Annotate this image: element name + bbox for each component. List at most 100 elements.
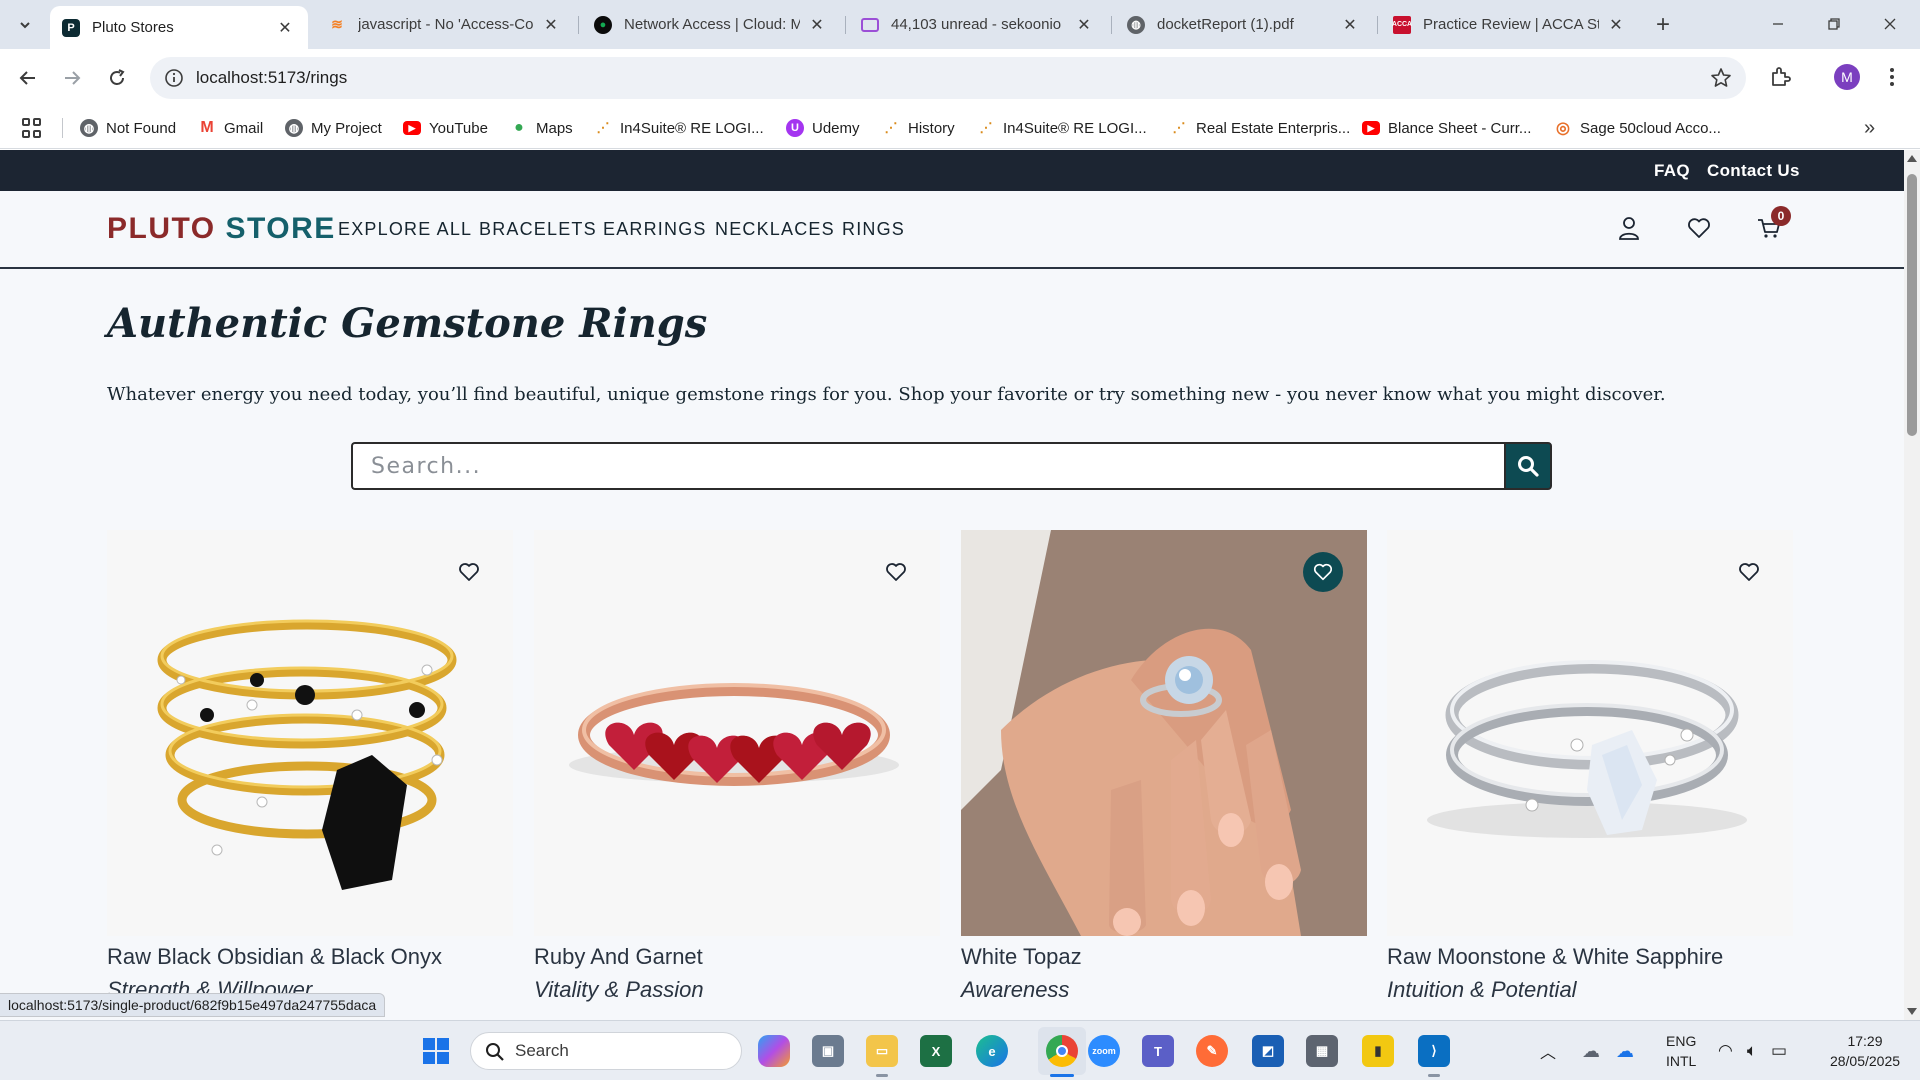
vscode-taskbar-icon[interactable]: ⟩ [1418,1035,1450,1067]
chrome-taskbar-icon[interactable] [1046,1035,1078,1067]
start-button[interactable] [420,1035,452,1067]
bookmark-gmail[interactable]: M Gmail [198,116,263,140]
tab-network-access[interactable]: ● Network Access | Cloud: M ✕ [582,6,840,43]
onedrive-icon[interactable]: ☁ [1582,1041,1600,1062]
product-image[interactable] [1387,530,1793,936]
excel-taskbar-icon[interactable]: X [920,1035,952,1067]
user-account-icon[interactable] [1615,214,1643,242]
tab-search-button[interactable] [10,10,40,40]
product-image[interactable] [107,530,513,936]
wishlist-toggle[interactable] [876,552,916,592]
new-tab-button[interactable]: + [1648,10,1678,40]
copilot-taskbar-icon[interactable] [758,1035,790,1067]
product-card[interactable]: Raw Black Obsidian & Black Onyx Strength… [107,530,513,1020]
calculator-taskbar-icon[interactable]: ▦ [1306,1035,1338,1067]
nav-earrings[interactable]: EARRINGS [603,219,707,240]
close-window-button[interactable] [1872,8,1908,40]
ring-photo-topaz [961,530,1367,936]
windows-taskbar: Search ▣ ▭ X e zoom T ✎ ◩ ▦ ▮ ⟩ ︿ ☁ ☁ EN… [0,1020,1920,1080]
site-info-icon[interactable] [164,68,184,88]
nav-explore-all[interactable]: EXPLORE ALL [338,219,472,240]
wishlist-toggle-active[interactable] [1303,552,1343,592]
bookmark-history[interactable]: ⋰ History [882,116,955,140]
bookmark-label: My Project [311,119,382,137]
store-logo[interactable]: PLUTO STORE [107,212,336,246]
tab-docket-report[interactable]: ◍ docketReport (1).pdf ✕ [1115,6,1373,43]
wishlist-toggle[interactable] [449,552,489,592]
bookmark-udemy[interactable]: U Udemy [786,116,860,140]
wishlist-toggle[interactable] [1729,552,1769,592]
bookmark-in4suite-1[interactable]: ⋰ In4Suite® RE LOGI... [594,116,764,140]
bookmark-in4suite-2[interactable]: ⋰ In4Suite® RE LOGI... [977,116,1147,140]
bookmark-label: Blance Sheet - Curr... [1388,119,1532,137]
product-card[interactable]: White Topaz Awareness [961,530,1367,1020]
scroll-down-arrow[interactable] [1907,1008,1917,1015]
reload-button[interactable] [101,62,133,94]
scroll-up-arrow[interactable] [1907,155,1917,162]
input-language-indicator[interactable]: ENG INTL [1666,1031,1696,1071]
stackoverflow-favicon-icon: ≋ [331,16,343,32]
search-button[interactable] [1504,442,1552,490]
nav-necklaces[interactable]: NECKLACES [715,219,835,240]
minimize-window-button[interactable] [1760,8,1796,40]
profile-avatar[interactable]: M [1834,64,1860,90]
browser-menu-button[interactable] [1882,64,1902,90]
product-card[interactable]: Raw Moonstone & White Sapphire Intuition… [1387,530,1793,1020]
chevron-up-icon[interactable]: ︿ [1540,1039,1556,1063]
faq-link[interactable]: FAQ [1654,161,1690,181]
product-name[interactable]: White Topaz [961,944,1082,970]
tab-mail[interactable]: 44,103 unread - sekoonio ✕ [849,6,1107,43]
product-image[interactable] [534,530,940,936]
bookmark-sage[interactable]: ◎ Sage 50cloud Acco... [1554,116,1721,140]
taskbar-search[interactable]: Search [470,1032,742,1070]
url-text[interactable]: localhost:5173/rings [196,68,347,88]
extensions-puzzle-icon[interactable] [1768,64,1794,90]
tab-title: docketReport (1).pdf [1157,16,1294,33]
bookmark-star-icon[interactable] [1710,67,1732,89]
explorer-network-taskbar-icon[interactable]: ▣ [812,1035,844,1067]
tab-acca[interactable]: ACCA Practice Review | ACCA Stu ✕ [1381,6,1639,43]
bookmark-balance-sheet[interactable]: ▶ Blance Sheet - Curr... [1362,116,1531,140]
product-name[interactable]: Ruby And Garnet [534,944,703,970]
edge-taskbar-icon[interactable]: e [976,1035,1008,1067]
product-search-input[interactable] [351,442,1505,490]
system-status-icons[interactable]: ◠ 🔈︎ ▭ [1718,1021,1787,1080]
nav-bracelets[interactable]: BRACELETS [479,219,597,240]
close-tab-icon[interactable]: ✕ [1607,16,1625,34]
product-image[interactable] [961,530,1367,936]
restore-window-button[interactable] [1816,8,1852,40]
power-bi-taskbar-icon[interactable]: ▮ [1362,1035,1394,1067]
file-explorer-taskbar-icon[interactable]: ▭ [866,1035,898,1067]
close-tab-icon[interactable]: ✕ [808,16,826,34]
bookmark-my-project[interactable]: ◍ My Project [285,116,382,140]
system-clock[interactable]: 17:29 28/05/2025 [1820,1031,1910,1071]
page-scrollbar[interactable] [1904,150,1920,1020]
forward-button[interactable] [56,62,88,94]
close-tab-icon[interactable]: ✕ [1075,16,1093,34]
apps-grid-icon[interactable] [22,118,42,138]
product-name[interactable]: Raw Black Obsidian & Black Onyx [107,944,442,970]
zoom-taskbar-icon[interactable]: zoom [1088,1035,1120,1067]
contact-link[interactable]: Contact Us [1707,161,1800,181]
onedrive-business-icon[interactable]: ☁ [1616,1041,1634,1062]
tab-javascript[interactable]: ≋ javascript - No 'Access-Co ✕ [316,6,574,43]
address-bar[interactable]: localhost:5173/rings [150,57,1746,99]
wishlist-heart-icon[interactable] [1685,214,1713,242]
more-bookmarks-icon[interactable]: » [1864,117,1875,140]
close-tab-icon[interactable]: ✕ [1341,16,1359,34]
back-button[interactable] [12,62,44,94]
product-card[interactable]: Ruby And Garnet Vitality & Passion [534,530,940,1020]
postman-taskbar-icon[interactable]: ✎ [1196,1035,1228,1067]
close-tab-icon[interactable]: ✕ [276,19,294,37]
bookmark-not-found[interactable]: ◍ Not Found [80,116,176,140]
teams-taskbar-icon[interactable]: T [1142,1035,1174,1067]
bookmark-real-estate[interactable]: ⋰ Real Estate Enterpris... [1170,116,1351,140]
nav-rings[interactable]: RINGS [842,219,905,240]
scrollbar-thumb[interactable] [1907,174,1917,436]
product-name[interactable]: Raw Moonstone & White Sapphire [1387,944,1723,970]
bookmark-maps[interactable]: ● Maps [510,116,573,140]
bookmark-youtube[interactable]: ▶ YouTube [403,116,488,140]
close-tab-icon[interactable]: ✕ [542,16,560,34]
remote-desktop-taskbar-icon[interactable]: ◩ [1252,1035,1284,1067]
tab-pluto-stores[interactable]: P Pluto Stores ✕ [50,6,308,49]
